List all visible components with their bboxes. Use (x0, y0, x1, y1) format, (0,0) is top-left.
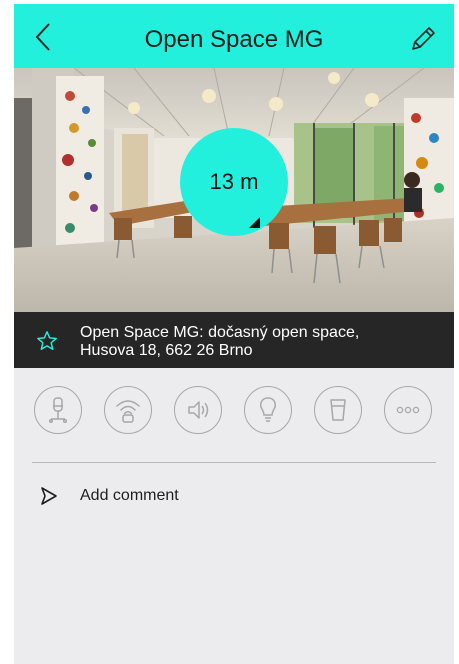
add-comment-label: Add comment (80, 487, 179, 504)
divider (32, 462, 436, 463)
send-icon (41, 487, 57, 505)
amenities-row (14, 386, 454, 442)
place-photo: 13 m (14, 68, 454, 312)
star-outline-icon[interactable] (36, 330, 58, 352)
add-comment-button[interactable]: Add comment (14, 478, 454, 514)
header-bar: Open Space MG (14, 4, 454, 68)
lightbulb-button[interactable] (244, 386, 292, 434)
desk-chair-icon (48, 397, 68, 424)
address-bar: Open Space MG: dočasný open space, Husov… (14, 312, 454, 368)
wifi-icon (116, 400, 140, 423)
address-line-2: Husova 18, 662 26 Brno (80, 342, 253, 359)
edit-button[interactable] (406, 22, 440, 56)
app-screen: Open Space MG 13 m Open Space MG: dočasn… (14, 4, 454, 664)
place-address: Open Space MG: dočasný open space, Husov… (80, 324, 440, 360)
speaker-volume-icon (188, 401, 209, 419)
drink-cup-button[interactable] (314, 386, 362, 434)
navigation-arrow-icon (249, 217, 260, 228)
chevron-left-icon (35, 23, 50, 51)
drink-cup-icon (330, 399, 346, 421)
speaker-volume-button[interactable] (174, 386, 222, 434)
more-dots-icon (396, 406, 420, 414)
page-title: Open Space MG (144, 26, 324, 53)
more-button[interactable] (384, 386, 432, 434)
distance-badge: 13 m (180, 128, 288, 236)
lightbulb-icon (260, 397, 276, 422)
wifi-button[interactable] (104, 386, 152, 434)
address-line-1: Open Space MG: dočasný open space, (80, 324, 360, 341)
distance-value: 13 m (209, 169, 259, 194)
desk-chair-button[interactable] (34, 386, 82, 434)
back-button[interactable] (28, 20, 58, 54)
pencil-icon (412, 27, 435, 50)
